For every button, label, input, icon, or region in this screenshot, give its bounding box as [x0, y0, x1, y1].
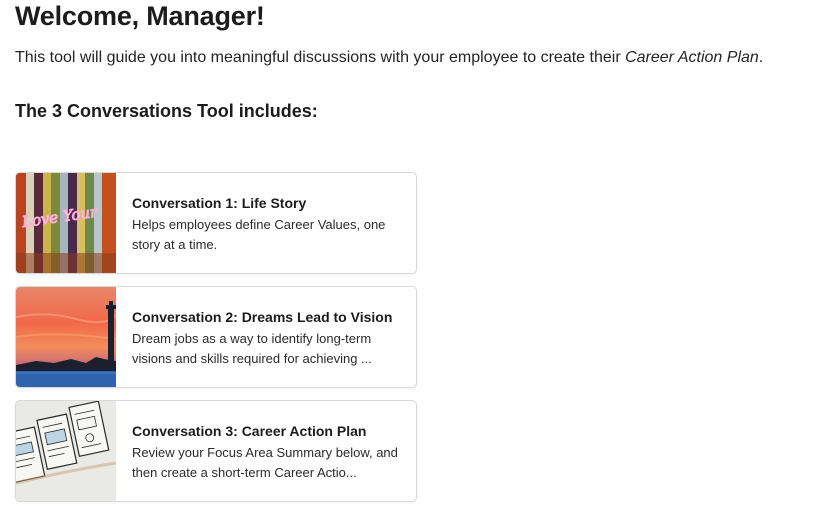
- card-title: Conversation 1: Life Story: [132, 195, 307, 211]
- conversation-card-dreams-vision[interactable]: Conversation 2: Dreams Lead to Vision Dr…: [15, 286, 417, 388]
- intro-text-end: .: [758, 49, 764, 66]
- conversation-card-life-story[interactable]: Love Your Love Your Conversation 1: Life…: [15, 172, 417, 274]
- card-text: Conversation 3: Career Action Plan Revie…: [116, 401, 416, 501]
- card-text: Conversation 1: Life Story Helps employe…: [116, 173, 416, 273]
- card-description: Dream jobs as a way to identify long-ter…: [132, 331, 372, 366]
- card-title: Conversation 3: Career Action Plan: [132, 423, 367, 439]
- neon-love-your-stripes-image: Love Your Love Your: [16, 173, 116, 273]
- section-subtitle: The 3 Conversations Tool includes:: [15, 101, 318, 121]
- lighthouse-sunset-image: [16, 287, 116, 387]
- card-text: Conversation 2: Dreams Lead to Vision Dr…: [116, 287, 416, 387]
- card-description: Review your Focus Area Summary below, an…: [132, 445, 398, 480]
- conversation-card-list: Love Your Love Your Conversation 1: Life…: [15, 172, 417, 514]
- intro-text-emphasis: Career Action Plan: [625, 49, 759, 66]
- intro-text: This tool will guide you into meaningful…: [15, 49, 763, 67]
- card-description: Helps employees define Career Values, on…: [132, 217, 386, 252]
- card-title: Conversation 2: Dreams Lead to Vision: [132, 309, 393, 325]
- wireframe-sketch-image: [16, 401, 116, 501]
- intro-text-main: This tool will guide you into meaningful…: [15, 49, 626, 66]
- conversation-card-career-action-plan[interactable]: Conversation 3: Career Action Plan Revie…: [15, 400, 417, 502]
- page-title: Welcome, Manager!: [15, 1, 265, 31]
